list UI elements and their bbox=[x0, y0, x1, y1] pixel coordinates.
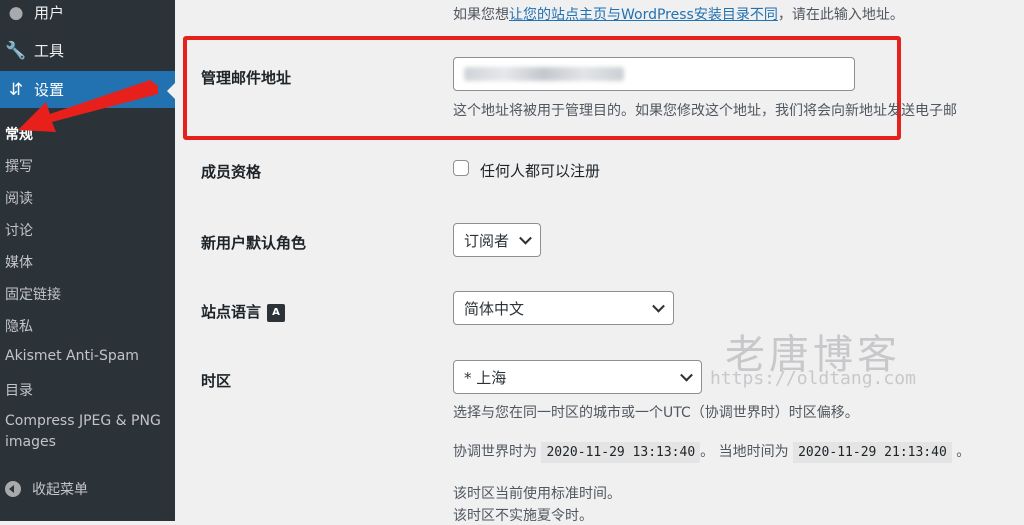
membership-checkbox[interactable] bbox=[453, 160, 469, 176]
submenu-discussion[interactable]: 讨论 bbox=[5, 220, 33, 240]
admin-email-input[interactable] bbox=[453, 57, 855, 91]
submenu-permalinks[interactable]: 固定链接 bbox=[5, 284, 61, 304]
site-language-text: 站点语言 bbox=[201, 303, 262, 321]
submenu-akismet[interactable]: Akismet Anti-Spam bbox=[5, 348, 139, 364]
membership-checkbox-label[interactable]: 任何人都可以注册 bbox=[480, 160, 600, 181]
submenu-privacy[interactable]: 隐私 bbox=[5, 316, 33, 336]
default-role-value: 订阅者 bbox=[464, 231, 510, 250]
home-url-desc-prefix: 如果您想 bbox=[453, 7, 509, 23]
translate-icon: A bbox=[267, 303, 286, 322]
menu-users-label: 用户 bbox=[34, 4, 65, 22]
site-language-value: 简体中文 bbox=[464, 299, 525, 318]
utc-time: 2020-11-29 13:13:40 bbox=[541, 442, 701, 463]
timezone-note-standard: 该时区当前使用标准时间。 bbox=[453, 486, 621, 502]
annotation-arrow bbox=[18, 80, 158, 132]
chevron-down-icon bbox=[652, 299, 665, 313]
timezone-value: * 上海 bbox=[464, 368, 507, 387]
tools-icon: 🔧 bbox=[5, 40, 27, 61]
collapse-icon bbox=[5, 481, 21, 497]
collapse-menu-button[interactable]: 收起菜单 bbox=[0, 474, 175, 504]
watermark-url: https://oldtang.com bbox=[710, 368, 916, 389]
submenu-compress[interactable]: Compress JPEG & PNG images bbox=[5, 411, 170, 453]
home-url-link[interactable]: 让您的站点主页与WordPress安装目录不同 bbox=[509, 7, 778, 23]
submenu-media[interactable]: 媒体 bbox=[5, 252, 33, 272]
submenu-reading[interactable]: 阅读 bbox=[5, 188, 33, 208]
settings-content: 如果您想让您的站点主页与WordPress安装目录不同，请在此输入地址。 管理邮… bbox=[175, 0, 1024, 524]
membership-label: 成员资格 bbox=[201, 163, 262, 181]
chevron-down-icon bbox=[519, 231, 532, 245]
submenu-toc[interactable]: 目录 bbox=[5, 380, 33, 400]
active-pointer bbox=[167, 83, 175, 99]
default-role-label: 新用户默认角色 bbox=[201, 234, 307, 252]
submenu-writing[interactable]: 撰写 bbox=[5, 156, 33, 176]
timezone-label: 时区 bbox=[201, 372, 232, 390]
menu-tools[interactable]: 🔧 工具 bbox=[0, 32, 175, 69]
admin-email-label: 管理邮件地址 bbox=[201, 69, 292, 87]
admin-email-desc: 这个地址将被用于管理目的。如果您修改这个地址，我们将会向新地址发送电子邮 bbox=[453, 103, 957, 119]
local-time: 2020-11-29 21:13:40 bbox=[793, 442, 952, 463]
site-language-label: 站点语言 A bbox=[201, 301, 286, 322]
timezone-select[interactable]: * 上海 bbox=[453, 360, 702, 394]
default-role-select[interactable]: 订阅者 bbox=[453, 223, 541, 257]
menu-users[interactable]: ● 用户 bbox=[0, 0, 175, 31]
site-language-select[interactable]: 简体中文 bbox=[453, 291, 674, 325]
times-end: 。 bbox=[956, 444, 971, 460]
local-prefix: 。 当地时间为 bbox=[700, 444, 789, 460]
chevron-down-icon bbox=[680, 368, 693, 382]
menu-tools-label: 工具 bbox=[34, 42, 65, 60]
users-icon: ● bbox=[8, 2, 24, 23]
timezone-note-dst: 该时区不实施夏令时。 bbox=[453, 508, 593, 524]
utc-prefix: 协调世界时为 bbox=[453, 444, 537, 460]
blurred-email bbox=[464, 67, 624, 81]
timezone-times: 协调世界时为 2020-11-29 13:13:40。 当地时间为 2020-1… bbox=[453, 441, 971, 463]
collapse-label: 收起菜单 bbox=[32, 482, 88, 498]
home-url-desc: 如果您想让您的站点主页与WordPress安装目录不同，请在此输入地址。 bbox=[453, 4, 904, 24]
home-url-desc-suffix: ，请在此输入地址。 bbox=[777, 7, 904, 23]
timezone-desc: 选择与您在同一时区的城市或一个UTC（协调世界时）时区偏移。 bbox=[453, 405, 859, 421]
